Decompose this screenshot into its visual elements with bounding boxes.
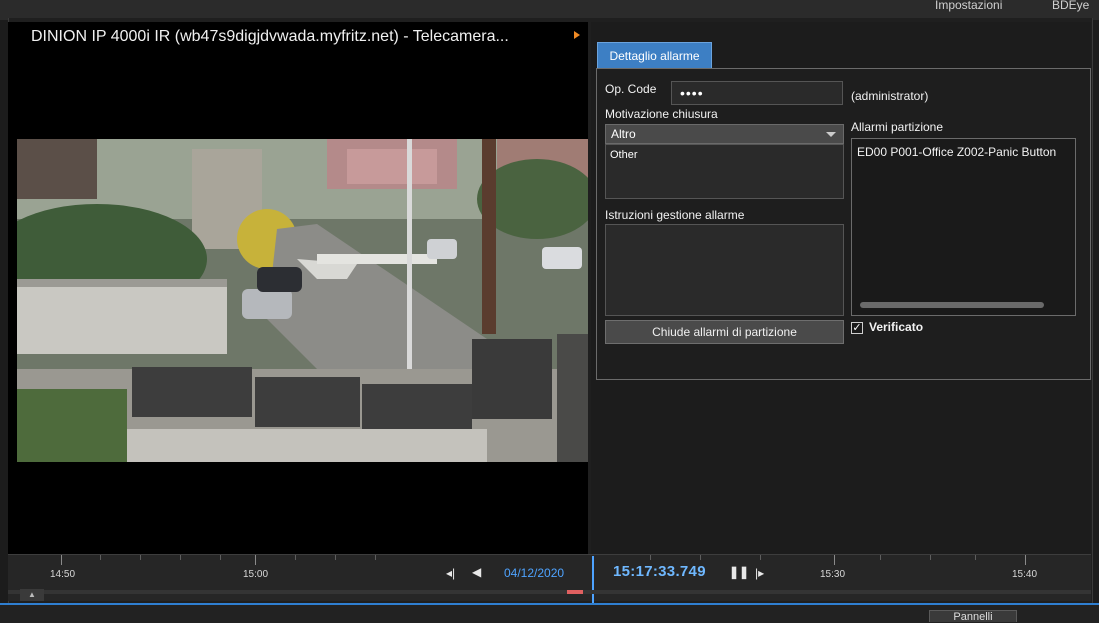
partition-list-scrollbar[interactable] [860, 302, 1044, 308]
collapse-icon[interactable]: ▲ [20, 589, 44, 601]
timeline-tick [220, 555, 221, 560]
recording-marker [567, 590, 583, 594]
camera-title: DINION IP 4000i IR (wb47s9digjdvwada.myf… [31, 28, 509, 45]
instructions-label: Istruzioni gestione allarme [605, 208, 745, 222]
camera-menu-arrow-icon[interactable] [574, 31, 580, 39]
close-reason-textarea[interactable]: Other [605, 144, 844, 199]
playback-date[interactable]: 04/12/2020 [504, 566, 564, 580]
pause-icon[interactable]: ❚❚ [729, 565, 749, 579]
timeline-label: 15:30 [820, 569, 846, 580]
partition-alarms-list[interactable]: ED00 P001-Office Z002-Panic Button [851, 138, 1076, 316]
top-bar: Impostazioni BDEye [0, 0, 1099, 20]
timeline-label: 15:40 [1012, 569, 1038, 580]
close-reason-selected: Altro [611, 127, 636, 141]
opcode-label: Op. Code [605, 82, 657, 96]
skip-forward-icon[interactable]: |▸ [755, 566, 764, 580]
timeline-label: 14:50 [50, 569, 76, 580]
timeline-tick [100, 555, 101, 560]
timeline-tick [760, 555, 761, 560]
timeline-tick [180, 555, 181, 560]
opcode-user-text: (administrator) [851, 89, 929, 103]
settings-menu[interactable]: Impostazioni [935, 0, 1002, 11]
timeline-tick [930, 555, 931, 560]
timeline-tick [834, 555, 835, 565]
timeline-tick [700, 555, 701, 560]
close-reason-dropdown[interactable]: Altro [605, 124, 844, 144]
timeline-tick [975, 555, 976, 560]
opcode-password-field[interactable]: •••• [671, 81, 843, 105]
timeline-tick [295, 555, 296, 560]
camera-scene-image [17, 139, 588, 462]
playback-time: 15:17:33.749 [613, 563, 706, 580]
timeline-tick [140, 555, 141, 560]
list-item[interactable]: ED00 P001-Office Z002-Panic Button [857, 145, 1056, 159]
timeline-tick [255, 555, 256, 565]
verified-checkbox[interactable]: ✓ [851, 322, 863, 334]
tab-alarm-details[interactable]: Dettaglio allarme [597, 42, 712, 68]
instructions-textarea[interactable] [605, 224, 844, 316]
partition-alarms-label: Allarmi partizione [851, 120, 944, 134]
skip-back-icon[interactable]: ◂| [446, 566, 455, 580]
close-reason-label: Motivazione chiusura [605, 107, 718, 121]
timeline-tick [61, 555, 62, 565]
timeline-tick [880, 555, 881, 560]
dropdown-caret-icon [826, 132, 836, 137]
timeline-tick [650, 555, 651, 560]
timeline-tick [375, 555, 376, 560]
user-menu[interactable]: BDEye [1052, 0, 1089, 11]
timeline-track[interactable] [8, 590, 1091, 594]
playhead[interactable] [592, 556, 594, 604]
panels-button[interactable]: Pannelli [929, 610, 1017, 622]
rewind-icon[interactable]: ◀ [472, 565, 481, 579]
close-partition-alarms-button[interactable]: Chiude allarmi di partizione [605, 320, 844, 344]
timeline-tick [1025, 555, 1026, 565]
camera-video-frame[interactable] [17, 139, 588, 462]
timeline-label: 15:00 [243, 569, 269, 580]
timeline-tick [335, 555, 336, 560]
verified-label: Verificato [869, 320, 924, 334]
